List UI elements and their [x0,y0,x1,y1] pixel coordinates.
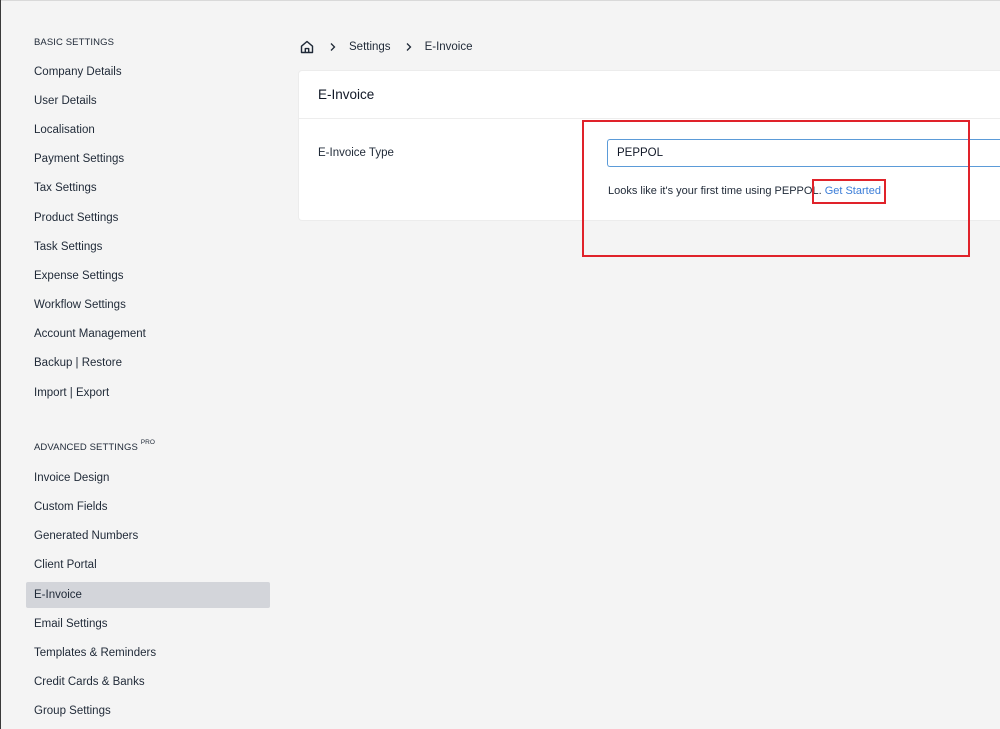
e-invoice-type-label: E-Invoice Type [318,147,394,159]
sidebar-item-credit-cards-banks[interactable]: Credit Cards & Banks [26,669,270,695]
sidebar-item-localisation[interactable]: Localisation [26,117,270,143]
basic-settings-heading: BASIC SETTINGS [34,37,115,48]
sidebar-item-invoice-design[interactable]: Invoice Design [26,465,270,491]
sidebar-item-task-settings[interactable]: Task Settings [26,234,270,260]
breadcrumb-e-invoice[interactable]: E-Invoice [425,41,473,53]
sidebar-item-company-details[interactable]: Company Details [26,59,270,85]
settings-sidebar: BASIC SETTINGS Company Details User Deta… [26,0,270,729]
card-title: E-Invoice [318,87,375,102]
sidebar-item-tax-settings[interactable]: Tax Settings [26,175,270,201]
chevron-right-icon [405,42,413,52]
card-divider [299,118,1000,119]
sidebar-item-e-invoice[interactable]: E-Invoice [26,582,270,608]
sidebar-item-group-settings[interactable]: Group Settings [26,698,270,724]
breadcrumb-settings[interactable]: Settings [349,41,391,53]
sidebar-item-generated-numbers[interactable]: Generated Numbers [26,523,270,549]
sidebar-item-client-portal[interactable]: Client Portal [26,552,270,578]
sidebar-item-templates-reminders[interactable]: Templates & Reminders [26,640,270,666]
sidebar-item-user-details[interactable]: User Details [26,88,270,114]
left-border [0,0,1,729]
chevron-right-icon [329,42,337,52]
highlight-box-link [812,179,886,204]
highlight-box [582,120,970,257]
pro-badge: PRO [140,439,156,446]
sidebar-item-custom-fields[interactable]: Custom Fields [26,494,270,520]
sidebar-item-workflow-settings[interactable]: Workflow Settings [26,292,270,318]
breadcrumb: Settings E-Invoice [299,37,473,57]
sidebar-item-product-settings[interactable]: Product Settings [26,205,270,231]
sidebar-item-import-export[interactable]: Import | Export [26,380,270,406]
sidebar-item-email-settings[interactable]: Email Settings [26,611,270,637]
home-icon[interactable] [299,39,315,55]
advanced-settings-heading: ADVANCED SETTINGS PRO [34,439,156,453]
sidebar-item-account-management[interactable]: Account Management [26,321,270,347]
sidebar-item-backup-restore[interactable]: Backup | Restore [26,350,270,376]
sidebar-item-payment-settings[interactable]: Payment Settings [26,146,270,172]
sidebar-item-expense-settings[interactable]: Expense Settings [26,263,270,289]
